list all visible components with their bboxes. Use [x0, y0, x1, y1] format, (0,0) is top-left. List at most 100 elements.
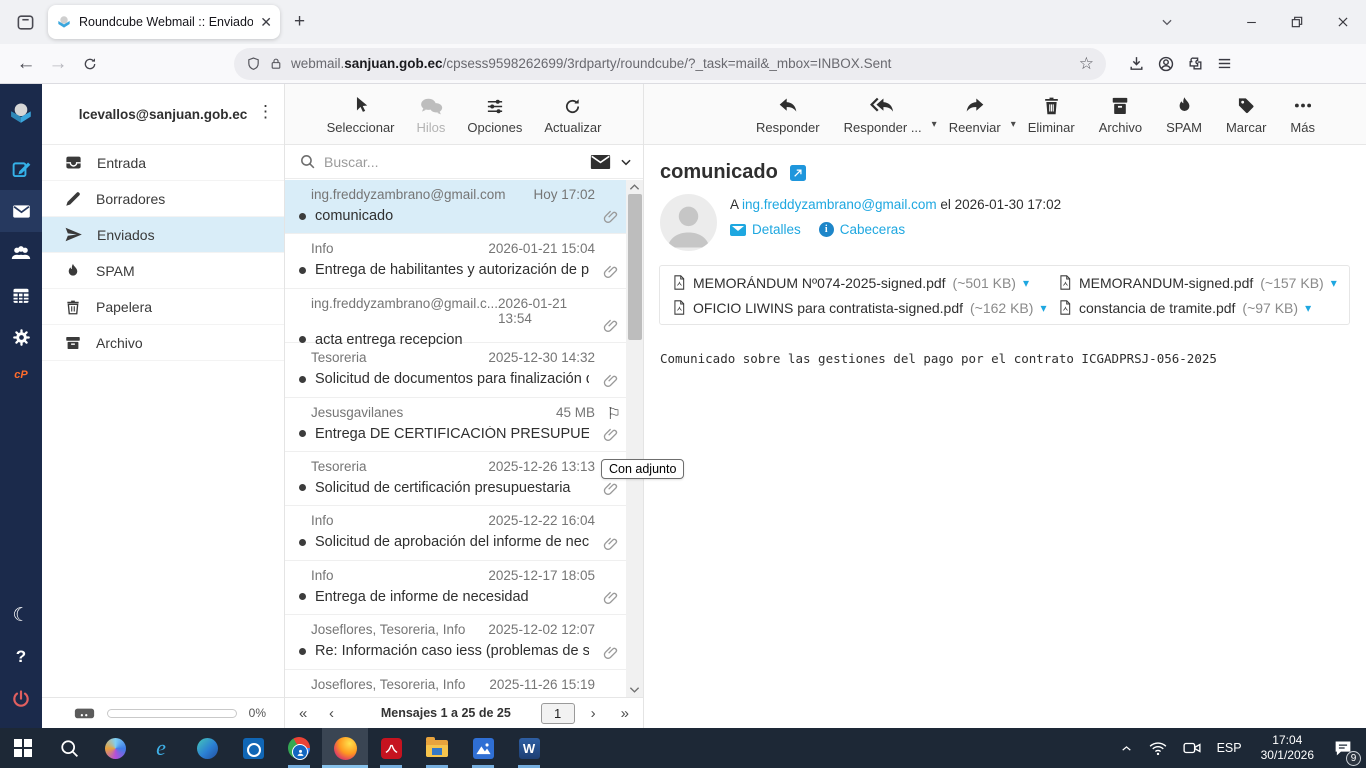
internet-explorer-icon[interactable]: e: [138, 728, 184, 768]
forward-caret-icon[interactable]: ▾: [1011, 119, 1016, 130]
more-button[interactable]: Más: [1290, 93, 1315, 144]
logout-power-icon[interactable]: [0, 678, 42, 720]
clock[interactable]: 17:04 30/1/2026: [1253, 733, 1322, 763]
mark-button[interactable]: Marcar: [1226, 93, 1266, 144]
acrobat-icon[interactable]: [368, 728, 414, 768]
headers-link[interactable]: i Cabeceras: [818, 222, 905, 237]
account-icon[interactable]: [1157, 55, 1175, 73]
file-explorer-icon[interactable]: [414, 728, 460, 768]
first-page-button[interactable]: «: [299, 705, 329, 722]
folder-item-archivo[interactable]: Archivo: [42, 325, 284, 361]
back-button[interactable]: ←: [10, 48, 42, 80]
message-row[interactable]: ing.freddyzambrano@gmail.com Hoy 17:02 co…: [285, 180, 627, 235]
scroll-down-icon[interactable]: [626, 683, 643, 697]
attachment-menu-caret-icon[interactable]: ▾: [1331, 276, 1337, 290]
attachment-menu-caret-icon[interactable]: ▾: [1023, 276, 1029, 290]
tab-list-chevron-icon[interactable]: [1152, 8, 1182, 36]
minimize-button[interactable]: [1228, 0, 1274, 44]
message-row[interactable]: Joseflores, Tesoreria, Info 2025-12-02 12…: [285, 615, 627, 670]
folder-item-enviados[interactable]: Enviados: [42, 217, 284, 253]
message-row[interactable]: Info 2025-12-22 16:04 Solicitud de aproba…: [285, 506, 627, 561]
taskbar-search-icon[interactable]: [46, 728, 92, 768]
message-row[interactable]: Info 2025-12-17 18:05 Entrega de informe …: [285, 561, 627, 616]
message-row[interactable]: ing.freddyzambrano@gmail.c... 2026-01-21 …: [285, 289, 627, 348]
dark-mode-moon-icon[interactable]: ☾: [0, 594, 42, 636]
search-scope-envelope-icon[interactable]: [590, 154, 611, 170]
last-page-button[interactable]: »: [621, 705, 629, 722]
forward-button[interactable]: →: [42, 48, 74, 80]
rail-contacts-button[interactable]: [0, 232, 42, 274]
reply-all-caret-icon[interactable]: ▾: [932, 119, 937, 130]
word-icon[interactable]: W: [506, 728, 552, 768]
recipient-email-link[interactable]: ing.freddyzambrano@gmail.com: [742, 197, 937, 212]
chrome-icon[interactable]: [276, 728, 322, 768]
lock-icon[interactable]: [269, 56, 283, 71]
outlook-icon[interactable]: [230, 728, 276, 768]
scroll-up-icon[interactable]: [626, 180, 643, 194]
url-bar[interactable]: webmail.sanjuan.gob.ec/cpsess9598262699/…: [234, 47, 1106, 80]
scrollbar-thumb[interactable]: [627, 194, 642, 340]
help-icon[interactable]: ?: [0, 636, 42, 678]
open-in-new-window-icon[interactable]: [789, 164, 806, 181]
threads-button[interactable]: Hilos: [417, 93, 445, 144]
photos-icon[interactable]: [460, 728, 506, 768]
language-indicator[interactable]: ESP: [1212, 728, 1247, 768]
extensions-icon[interactable]: [1187, 55, 1204, 72]
browser-tab[interactable]: Roundcube Webmail :: Enviados ✕: [48, 5, 280, 39]
account-menu-kebab-icon[interactable]: ⋮: [257, 102, 274, 122]
attachment-item[interactable]: constancia de tramite.pdf (~97 KB) ▾: [1058, 299, 1337, 316]
reply-all-button[interactable]: Responder ...: [844, 93, 922, 144]
search-options-chevron-icon[interactable]: [619, 155, 633, 169]
folder-item-borradores[interactable]: Borradores: [42, 181, 284, 217]
restore-button[interactable]: [1274, 0, 1320, 44]
meet-now-icon[interactable]: [1178, 728, 1206, 768]
attachment-item[interactable]: MEMORÁNDUM Nº074-2025-signed.pdf (~501 KB…: [672, 274, 1058, 291]
start-button[interactable]: [0, 728, 46, 768]
copilot-icon[interactable]: [92, 728, 138, 768]
firefox-icon[interactable]: [322, 728, 368, 768]
spam-button[interactable]: SPAM: [1166, 93, 1202, 144]
tab-close-icon[interactable]: ✕: [260, 14, 272, 31]
attachment-item[interactable]: OFICIO LIWINS para contratista-signed.pd…: [672, 299, 1058, 316]
rail-calendar-button[interactable]: [0, 274, 42, 316]
close-button[interactable]: [1320, 0, 1366, 44]
rail-settings-button[interactable]: [0, 316, 42, 358]
list-scrollbar[interactable]: [626, 180, 643, 697]
notification-center-icon[interactable]: 9: [1328, 728, 1361, 768]
compose-button[interactable]: [0, 148, 42, 190]
attachment-menu-caret-icon[interactable]: ▾: [1040, 301, 1046, 315]
tray-chevron-icon[interactable]: [1115, 728, 1138, 768]
refresh-button[interactable]: Actualizar: [544, 93, 601, 144]
next-page-button[interactable]: ›: [591, 705, 621, 722]
new-tab-button[interactable]: +: [294, 11, 305, 33]
message-row[interactable]: Tesoreria 2025-12-26 13:13 Solicitud de c…: [285, 452, 627, 507]
select-button[interactable]: Seleccionar: [327, 93, 395, 144]
reload-button[interactable]: [74, 48, 106, 80]
cpanel-logo-icon[interactable]: cP: [0, 358, 42, 392]
edge-icon[interactable]: [184, 728, 230, 768]
details-link[interactable]: Detalles: [730, 222, 801, 237]
page-number-input[interactable]: 1: [540, 702, 575, 724]
folder-item-entrada[interactable]: Entrada: [42, 145, 284, 181]
wifi-icon[interactable]: [1144, 728, 1172, 768]
folder-item-spam[interactable]: SPAM: [42, 253, 284, 289]
attachment-menu-caret-icon[interactable]: ▾: [1305, 301, 1311, 315]
shield-icon[interactable]: [246, 56, 261, 72]
delete-button[interactable]: Eliminar: [1028, 93, 1075, 144]
message-row[interactable]: Info 2026-01-21 15:04 Entrega de habilita…: [285, 234, 627, 289]
url-text[interactable]: webmail.sanjuan.gob.ec/cpsess9598262699/…: [291, 56, 1071, 71]
reply-button[interactable]: Responder: [756, 93, 820, 144]
search-input[interactable]: [324, 153, 582, 170]
options-button[interactable]: Opciones: [467, 93, 522, 144]
downloads-icon[interactable]: [1128, 55, 1145, 72]
firefox-view-icon[interactable]: [10, 8, 40, 36]
menu-hamburger-icon[interactable]: [1216, 55, 1233, 72]
forward-button[interactable]: Reenviar: [949, 93, 1001, 144]
attachment-item[interactable]: MEMORANDUM-signed.pdf (~157 KB) ▾: [1058, 274, 1337, 291]
folder-item-papelera[interactable]: Papelera: [42, 289, 284, 325]
message-row[interactable]: Joseflores, Tesoreria, Info 2025-11-26 15…: [285, 670, 627, 697]
bookmark-star-icon[interactable]: ☆: [1079, 54, 1094, 74]
rail-mail-button[interactable]: [0, 190, 42, 232]
message-row[interactable]: Jesusgavilanes 45 MB Entrega DE CERTIFICA…: [285, 398, 627, 452]
prev-page-button[interactable]: ‹: [329, 705, 359, 722]
